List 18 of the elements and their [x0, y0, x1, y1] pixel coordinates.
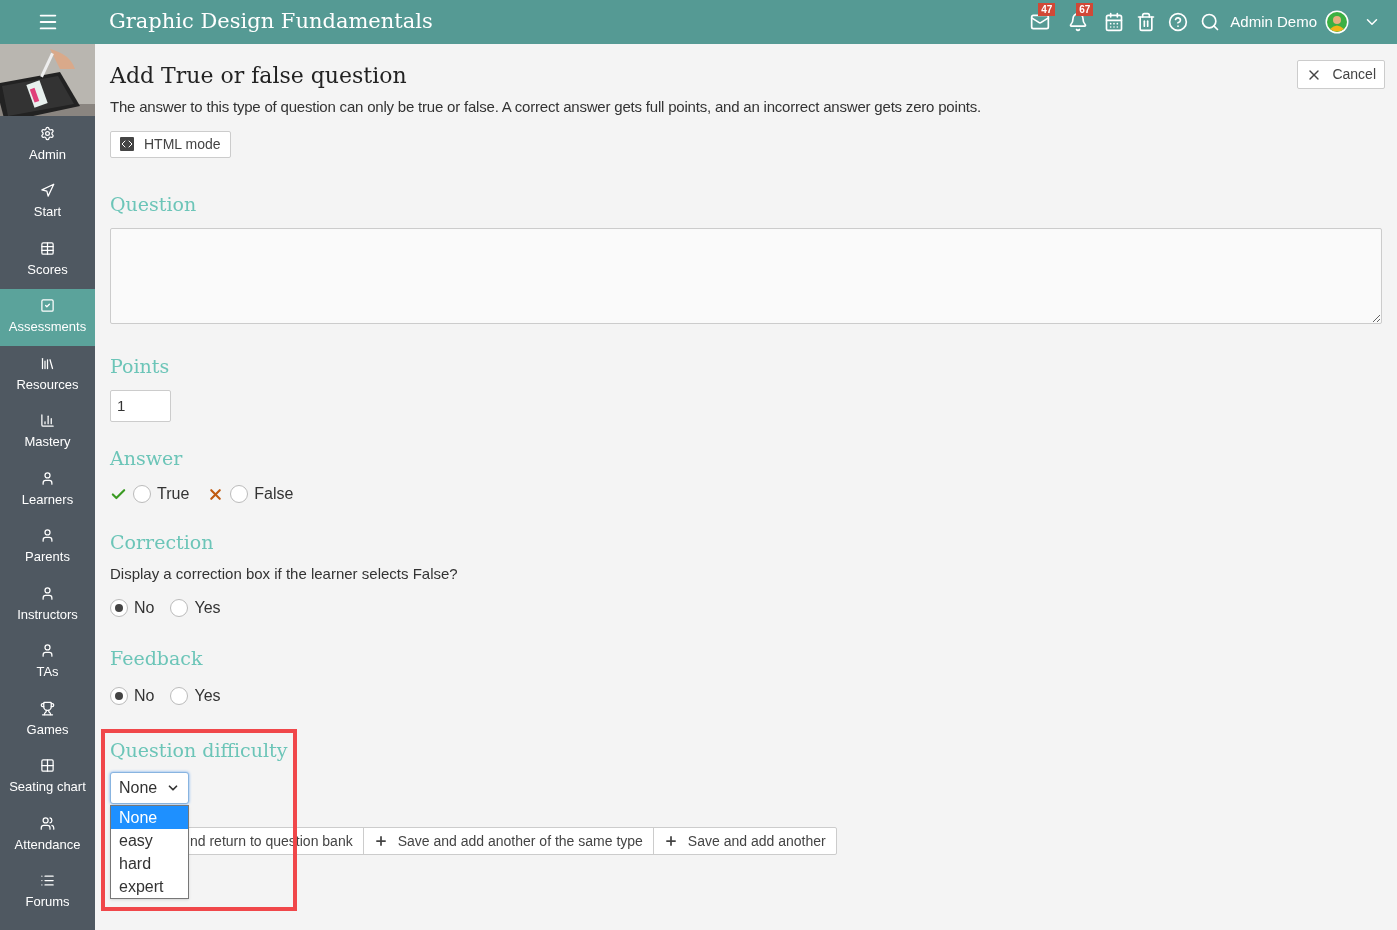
radio-label: Yes — [194, 685, 221, 706]
correction-prompt: Display a correction box if the learner selects False? — [110, 563, 459, 584]
section-heading: Correction — [110, 530, 214, 555]
section-heading: Answer — [110, 445, 183, 471]
radio-label: No — [134, 598, 155, 618]
course-title: Graphic Design Fundamentals — [109, 8, 433, 36]
radio-label: No — [134, 685, 155, 706]
description-text: The answer to this type of question can only be true or false. A correct answer gets full points, and an incorrect answer gets zero points. — [110, 97, 982, 117]
section-heading: Question difficulty — [110, 737, 288, 763]
section-heading: Feedback — [110, 646, 203, 671]
radio-label: Yes — [194, 598, 221, 618]
page-title: Add True or false question — [110, 62, 407, 90]
radio-label: False — [254, 484, 294, 504]
count-badge: 67 — [1076, 3, 1094, 16]
radio-label: True — [157, 484, 190, 504]
count-badge: 47 — [1038, 3, 1056, 16]
section-heading: Points — [110, 354, 170, 379]
section-heading: Question — [110, 191, 197, 217]
